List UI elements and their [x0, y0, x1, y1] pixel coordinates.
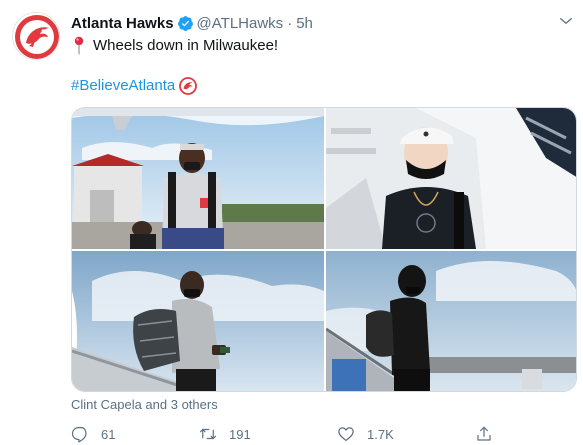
- retweet-icon: [199, 428, 217, 440]
- photo-player-white-cap[interactable]: [326, 108, 576, 249]
- tweet-header: Atlanta Hawks @ATLHawks · 5h: [71, 13, 313, 33]
- media-grid: [71, 107, 577, 392]
- like-count: 1.7K: [367, 426, 394, 442]
- hashtag-link[interactable]: #BelieveAtlanta: [71, 76, 175, 96]
- photo-player-hoodie[interactable]: [326, 251, 576, 391]
- share-icon: [477, 426, 491, 441]
- reply-button[interactable]: 61: [71, 424, 115, 444]
- tagged-people-link[interactable]: Clint Capela and 3 others: [71, 397, 218, 413]
- reply-count: 61: [101, 426, 116, 442]
- more-options-button[interactable]: [555, 10, 577, 32]
- reply-icon: [71, 427, 87, 443]
- hawks-hashflag-icon: [179, 77, 198, 95]
- retweet-count: 191: [229, 426, 251, 442]
- like-button[interactable]: 1.7K: [337, 424, 394, 444]
- round-pushpin-emoji-icon: [71, 36, 87, 56]
- author-handle[interactable]: @ATLHawks: [197, 15, 284, 32]
- author-name[interactable]: Atlanta Hawks: [71, 15, 174, 32]
- retweet-button[interactable]: 191: [199, 424, 251, 444]
- share-button[interactable]: [475, 424, 505, 444]
- tweet-card[interactable]: Atlanta Hawks @ATLHawks · 5h Wheels down…: [0, 0, 583, 445]
- avatar[interactable]: [12, 12, 60, 60]
- tweet-timestamp[interactable]: 5h: [296, 15, 313, 32]
- heart-icon: [338, 427, 354, 441]
- tweet-body-text: Wheels down in Milwaukee!: [93, 37, 279, 54]
- verified-badge-icon: [177, 15, 194, 32]
- hawks-logo-icon: [15, 15, 59, 59]
- photo-player-headband[interactable]: [72, 108, 324, 249]
- photo-player-backpack[interactable]: [72, 251, 324, 391]
- chevron-down-icon: [560, 18, 572, 24]
- header-separator: ·: [287, 14, 293, 32]
- tweet-text: Wheels down in Milwaukee!: [71, 36, 278, 56]
- hashtag-line: #BelieveAtlanta: [71, 76, 198, 96]
- tweet-actions-bar: 61 191 1.7K: [71, 424, 577, 444]
